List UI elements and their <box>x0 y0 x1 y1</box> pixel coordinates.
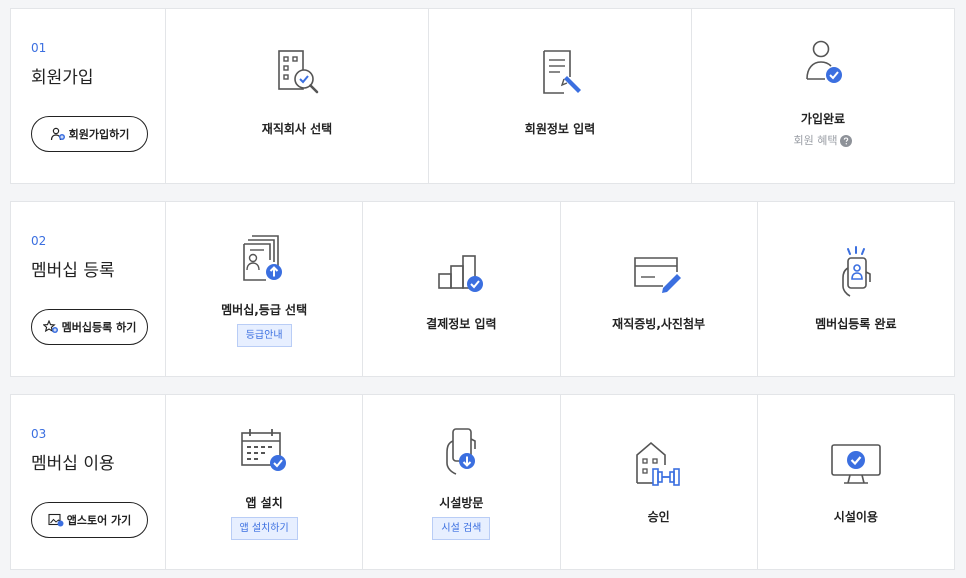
section-title: 멤버십 등록 <box>31 261 115 281</box>
membership-register-button-label: 멤버십등록 하기 <box>61 321 137 334</box>
step-select-company: 재직회사 선택 <box>166 9 429 183</box>
documents-upload-icon <box>243 234 283 281</box>
section-membership-use: 03 멤버십 이용 앱스토어 가기 앱 설치 앱 설치하기 시설방문 시설 검색… <box>10 394 955 570</box>
step-attach-proof: 재직증빙,사진첨부 <box>561 202 758 376</box>
card-edit-icon <box>633 257 681 293</box>
section-number: 02 <box>31 234 47 248</box>
phone-hand-icon <box>842 246 871 297</box>
section-intro: 02 멤버십 등록 멤버십등록 하기 <box>11 202 166 376</box>
step-label: 멤버십,등급 선택 <box>221 302 308 317</box>
step-membership-complete: 멤버십등록 완료 <box>758 202 954 376</box>
star-add-icon <box>42 320 58 333</box>
step-visit-facility: 시설방문 시설 검색 <box>363 395 561 569</box>
step-label: 멤버십등록 완료 <box>815 317 897 331</box>
document-edit-icon <box>543 50 581 94</box>
step-label: 앱 설치 <box>245 495 283 510</box>
bars-check-icon <box>438 255 484 292</box>
user-add-icon <box>50 127 65 141</box>
step-label: 시설방문 <box>439 495 484 510</box>
step-signup-complete: 가입완료 회원 혜택 <box>692 9 954 183</box>
step-approval: 승인 <box>561 395 758 569</box>
facility-search-button[interactable]: 시설 검색 <box>432 516 491 540</box>
step-label: 승인 <box>647 510 670 524</box>
step-label: 회원정보 입력 <box>524 122 596 136</box>
signup-button-label: 회원가입하기 <box>68 128 130 141</box>
user-check-icon <box>806 40 842 83</box>
grade-guide-button[interactable]: 등급안내 <box>236 323 292 347</box>
step-install-app: 앱 설치 앱 설치하기 <box>166 395 364 569</box>
phone-download-icon <box>446 427 477 475</box>
signup-button[interactable]: 회원가입하기 <box>31 116 148 152</box>
section-membership-register: 02 멤버십 등록 멤버십등록 하기 멤버십,등급 선택 등급안내 결제정보 입… <box>10 201 955 377</box>
step-label: 재직회사 선택 <box>261 122 333 136</box>
step-label: 결제정보 입력 <box>426 317 497 331</box>
step-label: 시설이용 <box>833 510 878 524</box>
image-icon <box>48 513 64 527</box>
steps-row: 앱 설치 앱 설치하기 시설방문 시설 검색 승인 시설이용 <box>166 395 954 569</box>
membership-register-button[interactable]: 멤버십등록 하기 <box>31 309 148 345</box>
gym-building-icon <box>635 441 680 486</box>
app-store-button[interactable]: 앱스토어 가기 <box>31 502 148 538</box>
section-intro: 01 회원가입 회원가입하기 <box>11 9 166 183</box>
steps-row: 멤버십,등급 선택 등급안내 결제정보 입력 재직증빙,사진첨부 멤버십등록 완… <box>166 202 954 376</box>
step-label: 가입완료 <box>800 111 846 126</box>
member-benefit-label: 회원 혜택 <box>793 133 838 147</box>
step-enter-payment: 결제정보 입력 <box>363 202 561 376</box>
step-label: 재직증빙,사진첨부 <box>612 317 706 331</box>
section-number: 03 <box>31 427 47 441</box>
section-title: 회원가입 <box>31 68 94 88</box>
step-enter-member-info: 회원정보 입력 <box>429 9 692 183</box>
install-app-button[interactable]: 앱 설치하기 <box>230 516 298 540</box>
section-number: 01 <box>31 41 47 55</box>
section-intro: 03 멤버십 이용 앱스토어 가기 <box>11 395 166 569</box>
question-icon <box>840 134 853 147</box>
monitor-check-icon <box>831 444 881 484</box>
app-store-button-label: 앱스토어 가기 <box>66 514 132 527</box>
calendar-check-icon <box>241 428 287 471</box>
section-title: 멤버십 이용 <box>31 454 115 474</box>
steps-row: 재직회사 선택 회원정보 입력 가입완료 회원 혜택 <box>166 9 954 183</box>
step-select-membership: 멤버십,등급 선택 등급안내 <box>166 202 364 376</box>
step-use-facility: 시설이용 <box>758 395 954 569</box>
section-signup: 01 회원가입 회원가입하기 재직회사 선택 회원정보 입력 가입완료 회원 혜… <box>10 8 955 184</box>
building-search-icon <box>278 50 319 94</box>
member-benefit-link[interactable]: 회원 혜택 <box>794 134 853 148</box>
